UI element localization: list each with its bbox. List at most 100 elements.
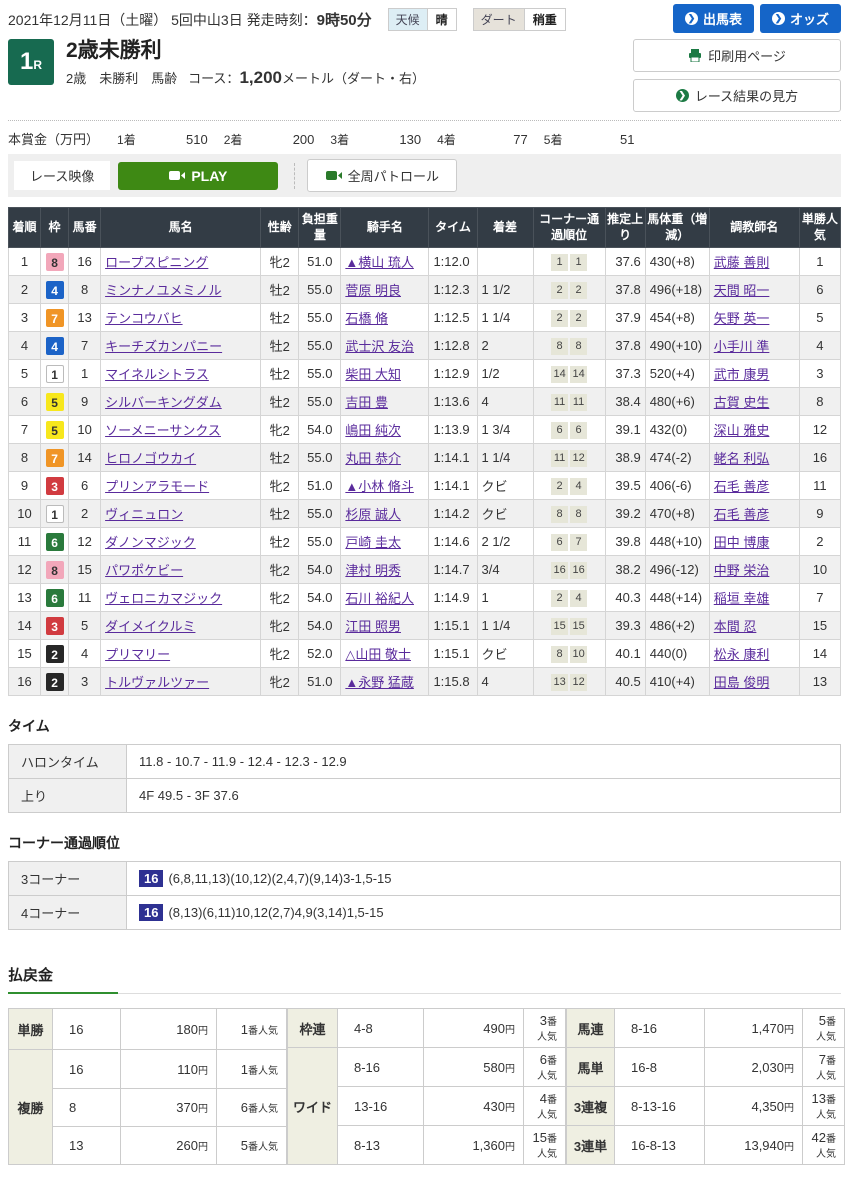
horse-name-link[interactable]: トルヴァルツァー [105, 675, 209, 690]
jockey-link[interactable]: 杉原 誠人 [345, 507, 401, 522]
result-guide-button[interactable]: ❯ レース結果の見方 [633, 79, 841, 112]
jockey-cell: ▲小林 脩斗 [341, 472, 429, 500]
print-page-button[interactable]: 印刷用ページ [633, 39, 841, 72]
race-conditions: 2歳 未勝利 馬齢 コース：1,200メートル（ダート・右） [66, 68, 425, 88]
win-popularity: 3 [799, 360, 840, 388]
jockey-link[interactable]: ▲小林 脩斗 [345, 479, 413, 494]
trainer-link[interactable]: 武藤 善則 [714, 255, 770, 270]
jockey-link[interactable]: 石橋 脩 [345, 311, 388, 326]
trainer-link[interactable]: 深山 雅史 [714, 423, 770, 438]
play-button[interactable]: PLAY [118, 162, 278, 190]
horse-name-link[interactable]: マイネルシトラス [105, 367, 209, 382]
jockey-link[interactable]: 石川 裕紀人 [345, 591, 414, 606]
popularity-value: 6 [540, 1052, 547, 1067]
jockey-link[interactable]: 柴田 大知 [345, 367, 401, 382]
prize-amount: 130 [349, 132, 421, 147]
jockey-link[interactable]: ▲永野 猛蔵 [345, 675, 413, 690]
payout-amount-value: 370 [176, 1100, 198, 1115]
horse-name-link[interactable]: テンコウバヒ [105, 311, 182, 326]
jockey-cell: 江田 照男 [341, 612, 429, 640]
lap-time-value: 4F 49.5 - 3F 37.6 [127, 779, 841, 813]
margin: 2 1/2 [477, 528, 533, 556]
trainer-link[interactable]: 矢野 英一 [714, 311, 770, 326]
odds-button[interactable]: ❯ オッズ [760, 4, 841, 33]
trainer-link[interactable]: 小手川 準 [714, 339, 770, 354]
corner-order-text: (6,8,11,13)(10,12)(2,4,7)(9,14)3-1,5-15 [168, 871, 391, 886]
jockey-link[interactable]: 戸崎 圭太 [345, 535, 401, 550]
prize-money-row: 本賞金（万円） 1着5102着2003着1304着775着51 [8, 129, 841, 148]
result-row: 11612ダノンマジック牡255.0戸崎 圭太1:14.62 1/26739.8… [9, 528, 841, 556]
lap-time-value: 11.8 - 10.7 - 11.9 - 12.4 - 12.3 - 12.9 [127, 745, 841, 779]
entries-button[interactable]: ❯ 出馬表 [673, 4, 754, 33]
waku-cell: 2 [41, 668, 69, 696]
trainer-link[interactable]: 武市 康男 [714, 367, 770, 382]
jockey-link[interactable]: 江田 照男 [345, 619, 401, 634]
payout-amount-value: 580 [483, 1060, 505, 1075]
corner-position: 16 [551, 562, 568, 579]
trainer-cell: 中野 栄治 [709, 556, 799, 584]
results-column-header: タイム [429, 208, 477, 248]
payout-popularity: 13番人気 [803, 1087, 845, 1126]
horse-name-link[interactable]: ヴィニュロン [105, 507, 183, 522]
trainer-link[interactable]: 石毛 善彦 [714, 479, 770, 494]
carried-weight: 55.0 [299, 304, 341, 332]
payout-amount-value: 430 [483, 1099, 505, 1114]
trainer-link[interactable]: 田島 俊明 [714, 675, 770, 690]
horse-name-link[interactable]: ヒロノゴウカイ [105, 451, 196, 466]
horse-name-link[interactable]: ロープスピニング [105, 255, 208, 270]
jockey-link[interactable]: 津村 明秀 [345, 563, 401, 578]
carried-weight: 55.0 [299, 388, 341, 416]
last-3f: 38.2 [605, 556, 645, 584]
jockey-link[interactable]: 吉田 豊 [345, 395, 388, 410]
horse-name-link[interactable]: プリマリー [105, 647, 170, 662]
finish-position: 3 [9, 304, 41, 332]
trainer-link[interactable]: 天間 昭一 [714, 283, 770, 298]
trainer-link[interactable]: 田中 博康 [714, 535, 770, 550]
bet-combination: 8-16 [615, 1009, 705, 1048]
horse-body-weight: 470(+8) [645, 500, 709, 528]
win-popularity: 1 [799, 248, 840, 276]
jockey-link[interactable]: 嶋田 純次 [345, 423, 401, 438]
waku-badge: 4 [46, 337, 64, 355]
waku-cell: 5 [41, 416, 69, 444]
trainer-link[interactable]: 本間 忍 [714, 619, 757, 634]
trainer-link[interactable]: 蛯名 利弘 [714, 451, 770, 466]
finish-position: 6 [9, 388, 41, 416]
jockey-link[interactable]: △山田 敬士 [345, 647, 411, 662]
horse-body-weight: 430(+8) [645, 248, 709, 276]
horse-name-link[interactable]: ダノンマジック [105, 535, 196, 550]
results-column-header: 騎手名 [341, 208, 429, 248]
payout-amount: 370円 [121, 1088, 217, 1126]
horse-name-link[interactable]: キーチズカンパニー [105, 339, 222, 354]
horse-number: 7 [69, 332, 101, 360]
payout-table: 馬連8-161,470円5番人気馬単16-82,030円7番人気3連複8-13-… [566, 1008, 845, 1165]
trainer-link[interactable]: 松永 康利 [714, 647, 770, 662]
horse-name-cell: ミンナノユメミノル [101, 276, 261, 304]
jockey-link[interactable]: ▲横山 琉人 [345, 255, 413, 270]
jockey-link[interactable]: 菅原 明良 [345, 283, 401, 298]
jockey-cell: 柴田 大知 [341, 360, 429, 388]
start-time-label: 発走時刻： [247, 12, 317, 28]
trainer-cell: 稲垣 幸雄 [709, 584, 799, 612]
trainer-link[interactable]: 石毛 善彦 [714, 507, 770, 522]
trainer-link[interactable]: 中野 栄治 [714, 563, 770, 578]
bet-type: 3連複 [567, 1087, 615, 1126]
horse-name-link[interactable]: シルバーキングダム [105, 395, 222, 410]
trainer-link[interactable]: 稲垣 幸雄 [714, 591, 770, 606]
time-section-title: タイム [8, 716, 841, 736]
jockey-cell: 杉原 誠人 [341, 500, 429, 528]
horse-name-link[interactable]: プリンアラモード [105, 479, 209, 494]
horse-name-link[interactable]: ヴェロニカマジック [105, 591, 222, 606]
margin: 3/4 [477, 556, 533, 584]
trainer-link[interactable]: 古賀 史生 [714, 395, 770, 410]
finish-position: 14 [9, 612, 41, 640]
horse-name-link[interactable]: ソーメニーサンクス [105, 423, 221, 438]
horse-name-link[interactable]: ダイメイクルミ [105, 619, 195, 634]
horse-name-link[interactable]: ミンナノユメミノル [105, 283, 221, 298]
result-row: 1524プリマリー牝252.0△山田 敬士1:15.1クビ81040.1440(… [9, 640, 841, 668]
patrol-video-button[interactable]: 全周パトロール [307, 159, 457, 192]
horse-name-link[interactable]: パワポケビー [105, 563, 183, 578]
jockey-link[interactable]: 武士沢 友治 [345, 339, 414, 354]
jockey-link[interactable]: 丸田 恭介 [345, 451, 401, 466]
entries-button-label: 出馬表 [703, 9, 742, 28]
